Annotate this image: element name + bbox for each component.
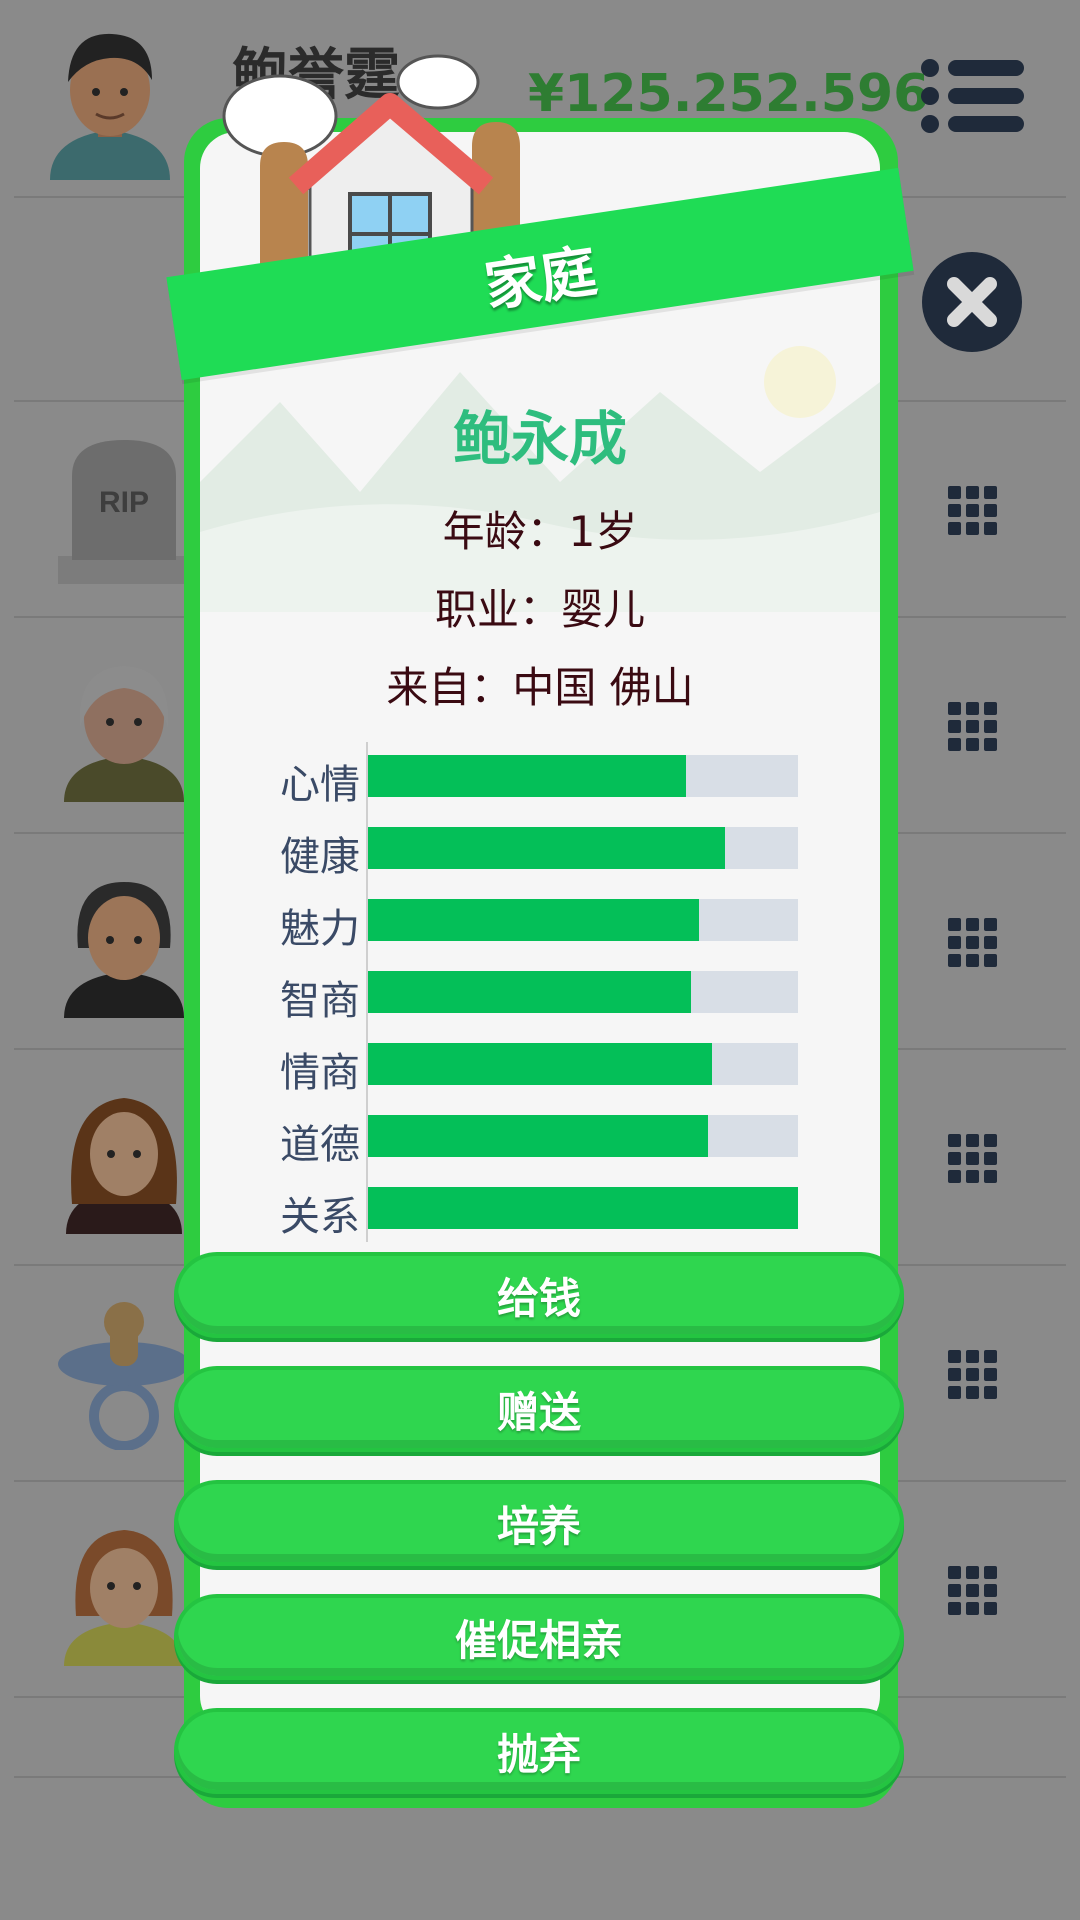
gravestone-icon: RIP: [58, 440, 190, 584]
stat-label-iq: 智商: [280, 978, 360, 1024]
grid-icon[interactable]: [948, 1350, 998, 1400]
stat-bar-health: [368, 827, 798, 869]
pacifier-icon[interactable]: [54, 1300, 194, 1450]
stat-bar-iq: [368, 971, 798, 1013]
stat-fill-relationship: [368, 1187, 798, 1229]
stat-label-health: 健康: [280, 834, 360, 880]
character-name: 鲍永成: [452, 405, 627, 473]
woman-avatar[interactable]: [54, 1084, 194, 1234]
stat-fill-health: [368, 827, 725, 869]
stat-bar-mood: [368, 755, 798, 797]
stat-bar-morality: [368, 1115, 798, 1157]
stat-label-relationship: 关系: [280, 1194, 360, 1240]
abandon-button[interactable]: 抛弃: [174, 1708, 904, 1794]
grid-icon[interactable]: [948, 1134, 998, 1184]
gift-button[interactable]: 赠送: [174, 1366, 904, 1452]
grid-icon[interactable]: [948, 918, 998, 968]
stat-fill-iq: [368, 971, 691, 1013]
stat-fill-morality: [368, 1115, 708, 1157]
character-origin: 来自：中国 佛山: [386, 663, 694, 712]
grid-icon[interactable]: [948, 702, 998, 752]
give-money-button[interactable]: 给钱: [174, 1252, 904, 1338]
character-age: 年龄：1岁: [442, 507, 638, 556]
character-job: 职业：婴儿: [434, 585, 645, 634]
urge-blind-date-button[interactable]: 催促相亲: [174, 1594, 904, 1680]
stat-label-charm: 魅力: [280, 906, 360, 952]
stat-bar-eq: [368, 1043, 798, 1085]
grandma-avatar[interactable]: [54, 652, 194, 802]
close-icon[interactable]: [920, 250, 1024, 354]
stat-fill-mood: [368, 755, 687, 797]
player-avatar[interactable]: [40, 20, 180, 180]
stat-bar-charm: [368, 899, 798, 941]
girl-avatar[interactable]: [54, 1516, 194, 1666]
grid-icon[interactable]: [948, 486, 998, 536]
gravestone-text: RIP: [99, 486, 149, 519]
stat-fill-charm: [368, 899, 700, 941]
grid-icon[interactable]: [948, 1566, 998, 1616]
stat-label-morality: 道德: [280, 1122, 360, 1168]
cloud-icon: [396, 54, 480, 110]
menu-icon[interactable]: [920, 58, 1024, 134]
stat-label-eq: 情商: [280, 1050, 360, 1096]
stat-bar-relationship: [368, 1187, 798, 1229]
mother-avatar[interactable]: [54, 868, 194, 1018]
nurture-button[interactable]: 培养: [174, 1480, 904, 1566]
money-balance: ¥125.252.596: [528, 64, 930, 124]
stat-fill-eq: [368, 1043, 712, 1085]
stat-label-mood: 心情: [280, 762, 360, 808]
